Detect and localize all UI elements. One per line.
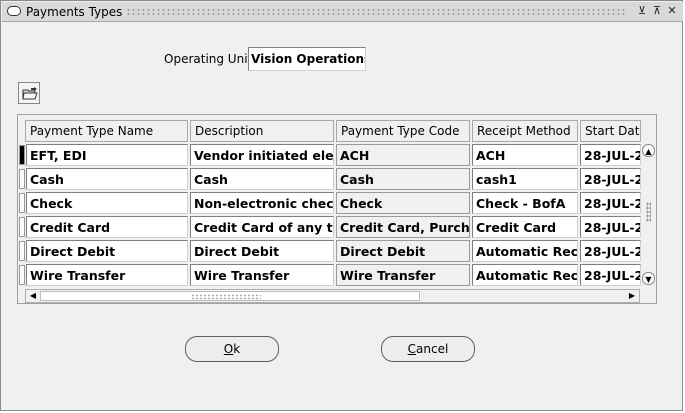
cell-description[interactable]: Direct Debit [190,240,334,262]
cell-start-date[interactable]: 28-JUL-2000 [580,192,641,214]
cell-description[interactable]: Vendor initiated electronic [190,144,334,166]
cell-start-date[interactable]: 28-JUL-2000 [580,240,641,262]
cell-receipt-method[interactable]: ACH [472,144,578,166]
folder-open-icon [22,87,38,100]
row-indicator-current[interactable] [19,145,25,165]
scroll-right-icon[interactable]: ▶ [626,290,638,302]
close-icon[interactable]: ✕ [665,4,679,18]
cancel-button[interactable]: Cancel [381,336,475,362]
cell-payment-type-name[interactable]: Wire Transfer [26,264,188,286]
cell-receipt-method[interactable]: Automatic Receipt [472,240,578,262]
scroll-up-icon[interactable]: ▲ [642,144,655,157]
scroll-left-icon[interactable]: ◀ [27,290,39,302]
row-indicator[interactable] [19,265,25,285]
cell-payment-type-name[interactable]: Direct Debit [26,240,188,262]
cell-start-date[interactable]: 28-JUL-2000 [580,264,641,286]
cancel-mnemonic: C [407,342,417,356]
cell-payment-type-code[interactable]: Cash [336,168,470,190]
cell-description[interactable]: Cash [190,168,334,190]
window-title: Payments Types [26,5,123,19]
cancel-label-rest: ancel [416,342,449,356]
row-indicator[interactable] [19,193,25,213]
ok-label-rest: k [233,342,241,356]
cell-receipt-method[interactable]: cash1 [472,168,578,190]
scroll-grip [191,294,261,300]
cell-payment-type-name[interactable]: Credit Card [26,216,188,238]
cell-payment-type-code[interactable]: Credit Card, Purchase Card [336,216,470,238]
column-header-start-date[interactable]: Start Date [580,120,641,142]
vertical-scrollbar[interactable]: ▲ ▼ [641,144,656,286]
cell-payment-type-code[interactable]: Direct Debit [336,240,470,262]
cell-payment-type-code[interactable]: Check [336,192,470,214]
cell-payment-type-code[interactable]: Wire Transfer [336,264,470,286]
ok-button[interactable]: Ok [185,336,279,362]
column-header-payment-type-code[interactable]: Payment Type Code [336,120,470,142]
title-bar-pattern [126,8,626,16]
minimize-icon[interactable]: ⊻ [635,4,649,18]
cell-start-date[interactable]: 28-JUL-2000 [580,216,641,238]
column-header-payment-type-name[interactable]: Payment Type Name [25,120,188,142]
cell-start-date[interactable]: 28-JUL-2000 [580,144,641,166]
title-bar[interactable]: Payments Types ⊻ ⊼ ✕ [2,2,683,22]
operating-unit-field[interactable]: Vision Operations [248,47,366,71]
column-header-description[interactable]: Description [190,120,334,142]
maximize-icon[interactable]: ⊼ [650,4,664,18]
row-indicator[interactable] [19,217,25,237]
cell-receipt-method[interactable]: Check - BofA [472,192,578,214]
horizontal-scroll-thumb[interactable] [40,291,420,301]
operating-unit-label: Operating Unit [164,52,253,66]
row-indicator[interactable] [19,169,25,189]
cell-description[interactable]: Credit Card of any type [190,216,334,238]
horizontal-scrollbar[interactable]: ◀ ▶ [25,289,640,303]
cell-description[interactable]: Wire Transfer [190,264,334,286]
window-menu-icon[interactable] [7,6,21,16]
cell-receipt-method[interactable]: Credit Card [472,216,578,238]
cell-payment-type-name[interactable]: Check [26,192,188,214]
scroll-grip[interactable] [646,202,651,222]
cell-payment-type-code[interactable]: ACH [336,144,470,166]
folder-tools-button[interactable] [18,82,40,104]
cell-payment-type-name[interactable]: Cash [26,168,188,190]
cell-payment-type-name[interactable]: EFT, EDI [26,144,188,166]
row-indicator[interactable] [19,241,25,261]
ok-mnemonic: O [223,342,234,356]
column-header-receipt-method[interactable]: Receipt Method [472,120,578,142]
scroll-down-icon[interactable]: ▼ [642,272,655,285]
cell-start-date[interactable]: 28-JUL-2000 [580,168,641,190]
cell-receipt-method[interactable]: Automatic Receipt [472,264,578,286]
cell-description[interactable]: Non-electronic check [190,192,334,214]
